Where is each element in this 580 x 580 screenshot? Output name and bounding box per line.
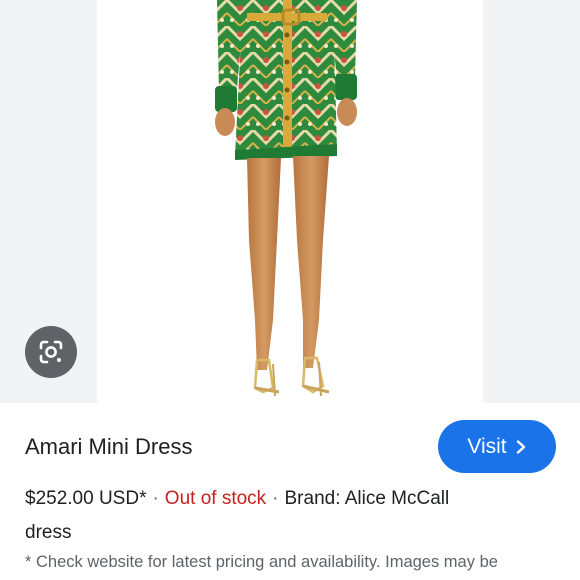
separator: · <box>272 488 279 509</box>
product-photo[interactable] <box>97 0 483 403</box>
visit-button[interactable]: Visit <box>438 420 556 473</box>
stock-status: Out of stock <box>164 488 267 509</box>
product-meta: $252.00 USD* · Out of stock · Brand: Alice M… <box>25 482 555 550</box>
product-image-panel[interactable] <box>0 0 580 403</box>
chevron-right-icon <box>516 439 525 454</box>
product-info: Amari Mini Dress Visit $252.00 USD* · Out … <box>0 403 580 580</box>
google-lens-button[interactable] <box>25 326 77 378</box>
product-price: $252.00 USD* <box>25 488 147 509</box>
product-title[interactable]: Amari Mini Dress <box>25 433 192 461</box>
separator: · <box>152 488 159 509</box>
google-lens-icon <box>39 340 63 364</box>
visit-button-label: Visit <box>467 434 507 458</box>
pricing-disclaimer: * Check website for latest pricing and a… <box>25 553 498 571</box>
product-brand-continuation: dress <box>25 522 72 543</box>
product-result-card: Amari Mini Dress Visit $252.00 USD* · Out … <box>0 0 580 580</box>
product-brand: Brand: Alice McCall <box>284 488 450 509</box>
